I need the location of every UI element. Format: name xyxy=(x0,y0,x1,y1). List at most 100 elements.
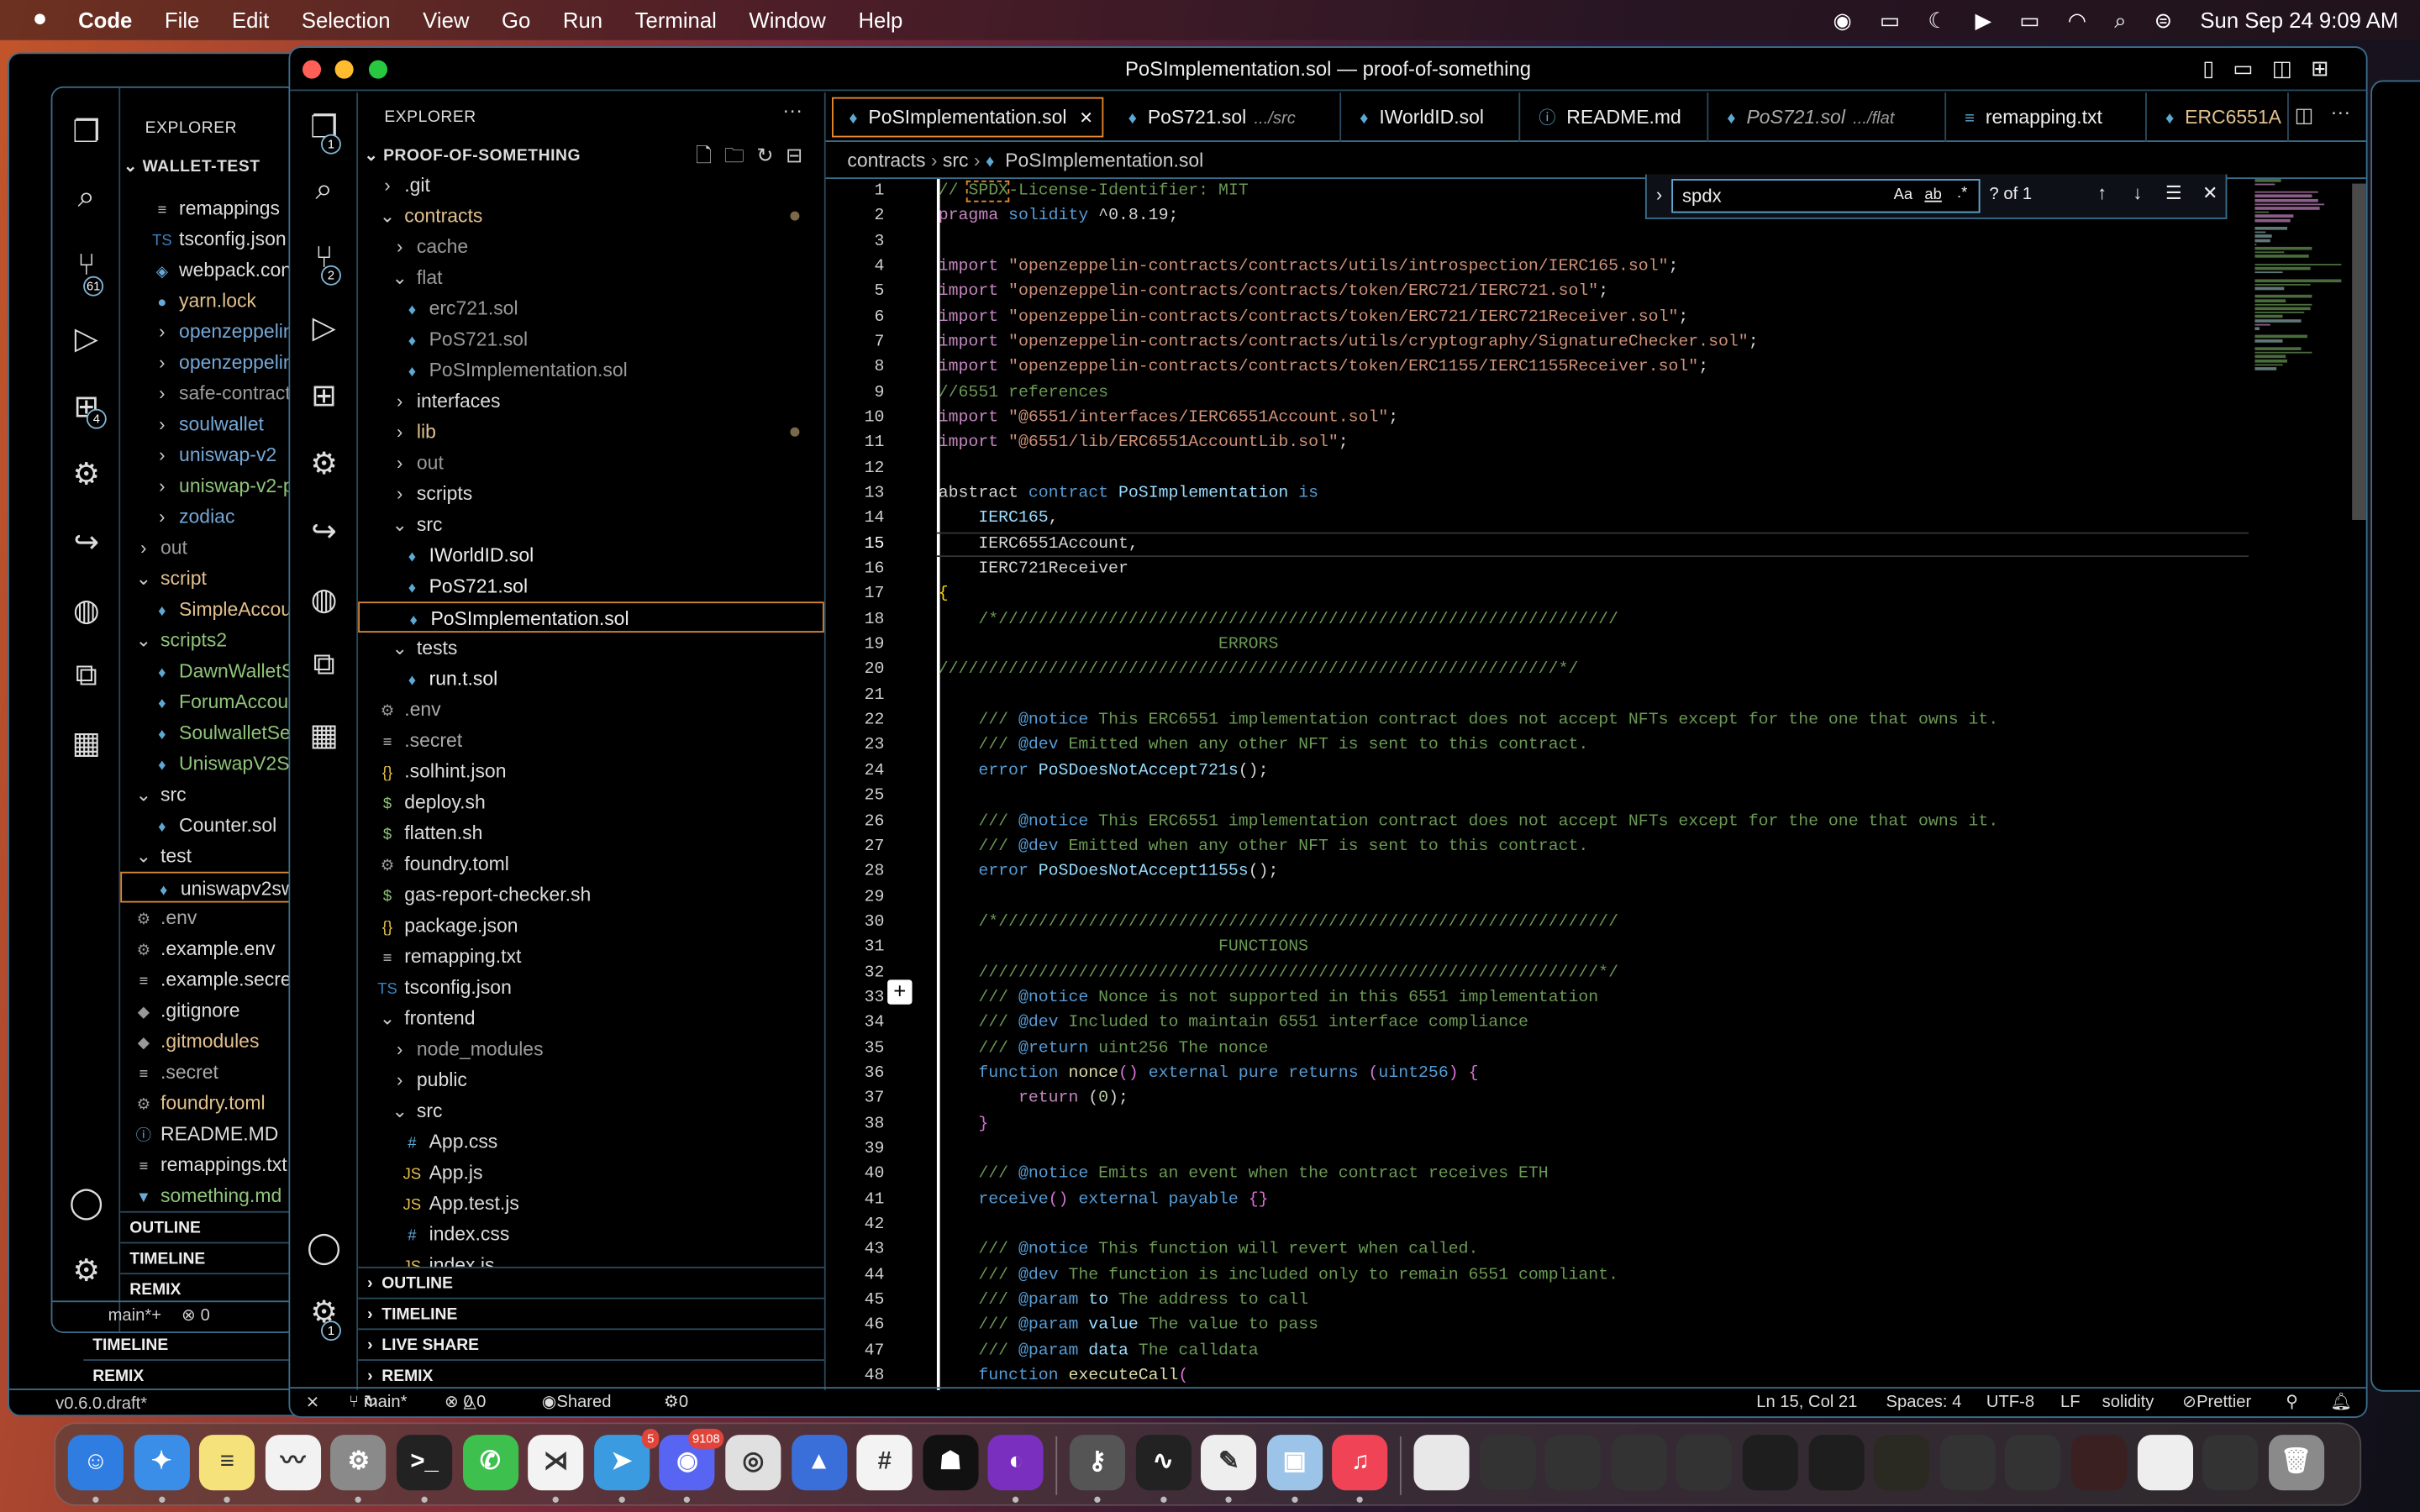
dock-app-dark-icon[interactable]: ☗ xyxy=(922,1435,979,1491)
find-input[interactable]: spdx Aa ab .* xyxy=(1671,179,1981,213)
file-item[interactable]: ♦ run.t.sol xyxy=(358,664,824,695)
file-item[interactable]: ♦ Counter.sol xyxy=(120,810,296,841)
folder-item[interactable]: ⌄ contracts xyxy=(358,201,824,232)
file-item[interactable]: ⚙ .example.env xyxy=(120,933,296,964)
file-item[interactable]: ♦ PoSImplementation.sol xyxy=(358,601,824,633)
breadcrumb-item[interactable]: PoSImplementation.sol xyxy=(1005,150,1203,171)
code-line[interactable]: pragma solidity ^0.8.19; xyxy=(939,204,1179,229)
code-line[interactable]: function executeCall( xyxy=(939,1364,1188,1389)
manage-gear-icon[interactable]: ⚙ xyxy=(52,1252,120,1290)
accounts-icon[interactable]: ◯ xyxy=(52,1184,120,1222)
file-item[interactable]: ● yarn.lock xyxy=(120,286,296,317)
battery-icon[interactable]: ▭ xyxy=(2019,7,2039,33)
control-center-icon[interactable]: ⊜ xyxy=(2154,7,2173,33)
tab[interactable]: ♦ PoSImplementation.sol ✕ xyxy=(832,97,1104,138)
file-item[interactable]: ♦ uniswapv2sw xyxy=(120,871,297,903)
code-line[interactable]: function nonce() external pure returns (… xyxy=(939,1061,1478,1086)
code-line[interactable]: /// @param value The value to pass xyxy=(939,1314,1318,1339)
close-find-icon[interactable]: ✕ xyxy=(2202,182,2217,204)
file-item[interactable]: ♦ erc721.sol xyxy=(358,293,824,324)
dock-music-icon[interactable]: ♫ xyxy=(1332,1435,1388,1491)
dock-whatsapp-icon[interactable]: ✆ xyxy=(462,1435,518,1491)
code-line[interactable]: /// @notice This ERC6551 implementation … xyxy=(939,708,1998,733)
file-item[interactable]: TS tsconfig.json xyxy=(358,972,824,1003)
code-line[interactable]: /// @notice Emits an event when the cont… xyxy=(939,1163,1548,1188)
remote-indicator-icon[interactable]: ⨯ xyxy=(306,1389,320,1416)
folder-item[interactable]: › openzeppelin xyxy=(120,317,296,348)
search-icon[interactable]: ⌕ xyxy=(290,173,358,208)
menu-view[interactable]: View xyxy=(423,8,469,32)
match-case-toggle[interactable]: Aa xyxy=(1894,186,1912,203)
file-item[interactable]: ♦ PoS721.sol xyxy=(358,571,824,602)
dock-activity-monitor-icon[interactable]: ∿ xyxy=(1135,1435,1192,1491)
code-line[interactable]: return (0); xyxy=(939,1086,1128,1111)
previous-match-icon[interactable]: ↑ xyxy=(2097,182,2107,204)
folder-item[interactable]: › node_modules xyxy=(358,1034,824,1065)
menu-selection[interactable]: Selection xyxy=(302,8,391,32)
ports-indicator[interactable]: ⚙ 0 xyxy=(664,1389,688,1416)
code-line[interactable]: /// @dev Emitted when any other NFT is s… xyxy=(939,733,1588,759)
code-line[interactable]: // SPDX-License-Identifier: MIT xyxy=(939,179,1249,204)
code-line[interactable]: import "openzeppelin-contracts/contracts… xyxy=(939,280,1608,305)
tab[interactable]: ≡ remapping.txt xyxy=(1949,92,2147,142)
folder-item[interactable]: ⌄ test xyxy=(120,841,296,872)
file-item[interactable]: ≡ remapping.txt xyxy=(358,941,824,972)
dock-discord-icon[interactable]: ◉ 9108 xyxy=(660,1428,725,1491)
wifi-icon[interactable]: ◠ xyxy=(2068,7,2086,33)
tab[interactable]: ♦ ERC6551A xyxy=(2150,92,2289,142)
code-line[interactable]: import "@6551/interfaces/IERC6551Account… xyxy=(939,406,1398,431)
code-line[interactable]: error PoSDoesNotAccept1155s(); xyxy=(939,859,1278,885)
background-window[interactable]: ❐ ⌕ ⑂ 61 ▷ ⊞ 4 ⚙ ↪ ◍ ⧉ ▦ ◯ ⚙ EXPLORER ⌄ … xyxy=(50,86,298,1333)
code-line[interactable]: import "openzeppelin-contracts/contracts… xyxy=(939,355,1708,381)
find-in-selection-icon[interactable]: ☰ xyxy=(2165,182,2182,204)
file-item[interactable]: ▼ something.md xyxy=(120,1180,296,1211)
dock-keychain-icon[interactable]: ⚷ xyxy=(1069,1435,1125,1491)
folder-item[interactable]: ⌄ frontend xyxy=(358,1003,824,1034)
live-share-status[interactable]: ◉ Shared xyxy=(542,1389,612,1416)
remix-icon[interactable]: ⚙ xyxy=(290,444,358,483)
file-item[interactable]: ⚙ foundry.toml xyxy=(120,1088,296,1119)
folder-item[interactable]: › soulwallet xyxy=(120,409,296,440)
dock-textedit-icon[interactable]: ✎ xyxy=(1201,1435,1257,1491)
code-line[interactable]: /// @notice This ERC6551 implementation … xyxy=(939,809,1998,834)
toggle-replace-icon[interactable]: › xyxy=(1656,184,1662,206)
split-editor-icon[interactable]: ◫ xyxy=(2295,103,2314,128)
vertical-scrollbar[interactable] xyxy=(2349,183,2366,1388)
dock-minimized-window-icon[interactable] xyxy=(2202,1435,2259,1491)
folder-item[interactable]: ⌄ src xyxy=(358,1095,824,1126)
extensions-icon[interactable]: ⊞ xyxy=(290,376,358,415)
code-line[interactable]: abstract contract PoSImplementation is xyxy=(939,481,1318,507)
tab[interactable]: ♦ PoS721.sol .../flat xyxy=(1712,92,1947,142)
code-line[interactable]: /*//////////////////////////////////////… xyxy=(939,910,1618,935)
file-item[interactable]: ⚙ .env xyxy=(120,902,296,933)
apple-menu-icon[interactable]: ● xyxy=(33,6,48,34)
code-line[interactable]: import "openzeppelin-contracts/contracts… xyxy=(939,255,1679,280)
git-branch[interactable]: main*+ xyxy=(108,1307,161,1326)
section-remix[interactable]: REMIX xyxy=(120,1273,297,1304)
now-playing-icon[interactable]: ▶ xyxy=(1975,7,1992,33)
dock-minimized-window-icon[interactable] xyxy=(2005,1435,2061,1491)
folder-item[interactable]: ⌄ flat xyxy=(358,262,824,293)
file-item[interactable]: ⚙ foundry.toml xyxy=(358,848,824,879)
folder-item[interactable]: › interfaces xyxy=(358,386,824,417)
file-item[interactable]: TS tsconfig.json xyxy=(120,223,296,255)
breadcrumb-item[interactable]: contracts xyxy=(847,150,925,171)
indentation[interactable]: Spaces: 4 xyxy=(1886,1389,1961,1416)
code-editor[interactable]: 1 // SPDX-License-Identifier: MIT 2 pragma … xyxy=(826,179,2348,1390)
folder-item[interactable]: › cache xyxy=(358,232,824,263)
dock-firefox-icon[interactable]: ◐ xyxy=(988,1435,1044,1491)
folder-item[interactable]: ⌄ src xyxy=(120,780,296,811)
git-branch[interactable]: ⑂ main* ↻ xyxy=(349,1389,407,1416)
file-item[interactable]: ⚙ .env xyxy=(358,695,824,726)
dock-vscode-icon[interactable]: ⋊ xyxy=(528,1435,584,1491)
folder-item[interactable]: › uniswap-v2 xyxy=(120,439,296,470)
tab[interactable]: ♦ PoS721.sol .../src xyxy=(1113,92,1342,142)
file-item[interactable]: # index.css xyxy=(358,1219,824,1250)
code-line[interactable]: ////////////////////////////////////////… xyxy=(939,658,1579,683)
file-item[interactable]: ♦ SimpleAccount xyxy=(120,594,297,625)
run-debug-icon[interactable]: ▷ xyxy=(52,319,120,358)
remote-icon[interactable]: ⧉ xyxy=(52,659,120,694)
code-line[interactable]: //6551 references xyxy=(939,381,1108,406)
file-item[interactable]: ⓘ README.MD xyxy=(120,1119,296,1150)
folder-item[interactable]: ⌄ tests xyxy=(358,633,824,664)
